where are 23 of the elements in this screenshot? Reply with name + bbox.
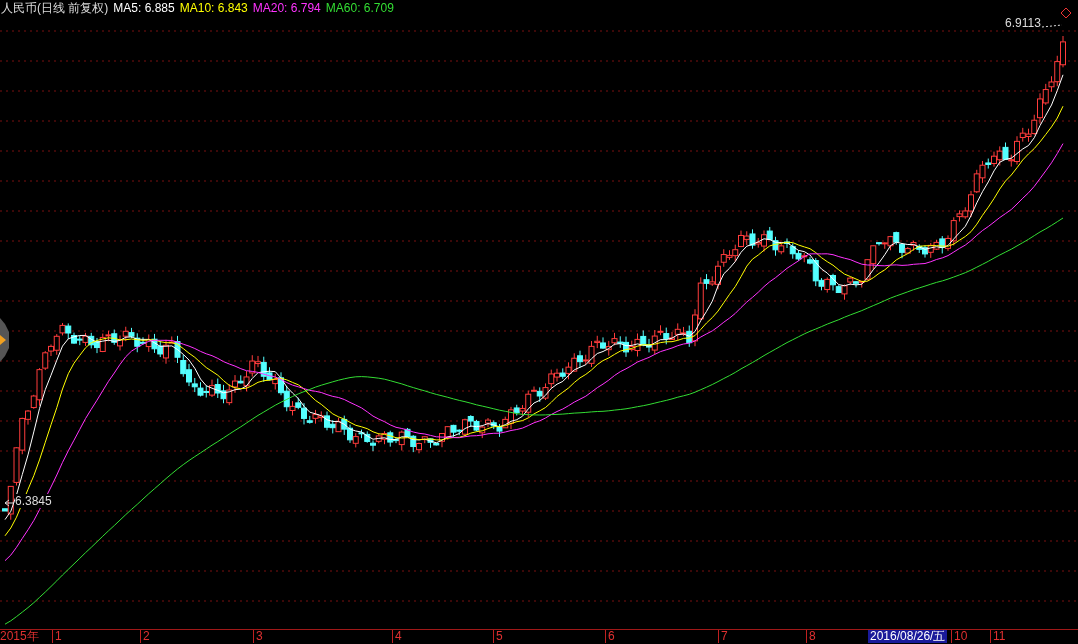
cursor-date-label: 2016/08/26/五 [868, 630, 948, 643]
moving-average-value: MA10: 6.843 [179, 1, 248, 15]
diamond-icon [1060, 7, 1072, 19]
chart-title: 人民币(日线 前复权) [1, 0, 109, 17]
moving-average-value: MA5: 6.885 [113, 1, 175, 15]
month-label: 2 [140, 630, 150, 643]
low-price-label: 6.3845 [15, 494, 52, 508]
moving-average-value: MA20: 6.794 [252, 1, 321, 15]
month-label: 1 [52, 630, 62, 643]
month-label: 11 [990, 630, 1006, 643]
month-label: 3 [253, 630, 263, 643]
collapse-handle[interactable] [0, 318, 9, 362]
month-label: 8 [806, 630, 816, 643]
leader-line [4, 499, 15, 507]
month-label: 10 [951, 630, 968, 643]
high-price-label: 6.9113 [1005, 16, 1041, 30]
year-label: 2015年 [0, 630, 39, 643]
moving-average-value: MA60: 6.709 [325, 1, 394, 15]
month-label: 7 [718, 630, 728, 643]
month-label: 4 [392, 630, 402, 643]
month-label: 5 [493, 630, 503, 643]
leader-line [1041, 24, 1063, 28]
month-label: 6 [605, 630, 615, 643]
